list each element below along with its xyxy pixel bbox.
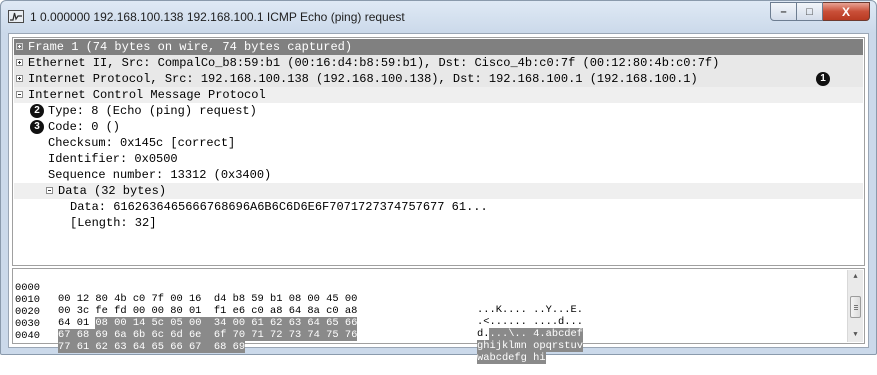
window-title: 1 0.000000 192.168.100.138 192.168.100.1… (30, 10, 405, 24)
tree-row-data-value[interactable]: Data: 6162636465666768696A6B6C6D6E6F7071… (14, 199, 863, 215)
wireshark-app-icon (8, 10, 24, 23)
hex-row: 0030 67 68 69 6a 6b 6c 6d 6e 6f 70 71 72… (15, 308, 584, 352)
hex-ascii: ...K.... ..Y...E. (477, 304, 584, 316)
tree-label-checksum: Checksum: 0x145c [correct] (48, 136, 236, 150)
tree-label-frame: Frame 1 (74 bytes on wire, 74 bytes capt… (28, 40, 353, 54)
tree-label-ethernet: Ethernet II, Src: CompalCo_b8:59:b1 (00:… (28, 56, 720, 70)
tree-label-length: [Length: 32] (70, 216, 157, 230)
tree-label-sequence: Sequence number: 13312 (0x3400) (48, 168, 272, 182)
tree-row-sequence[interactable]: Sequence number: 13312 (0x3400) (14, 167, 863, 183)
tree-label-type: Type: 8 (Echo (ping) request) (48, 104, 257, 118)
callout-marker-3: 3 (30, 120, 44, 134)
collapse-icon[interactable] (46, 187, 53, 194)
tree-row-checksum[interactable]: Checksum: 0x145c [correct] (14, 135, 863, 151)
expand-icon[interactable] (16, 59, 23, 66)
hex-bytes: 77 61 62 63 64 65 66 67 68 69 (58, 341, 246, 353)
hex-scrollbar[interactable]: ▲ ▼ (847, 270, 863, 342)
packet-details-tree[interactable]: Frame 1 (74 bytes on wire, 74 bytes capt… (12, 37, 865, 266)
hex-ascii: d....\.. 4.abcdef (477, 328, 584, 340)
hex-bytes: 64 01 08 00 14 5c 05 00 34 00 61 62 63 6… (58, 317, 358, 329)
caption-buttons: – □ X (770, 2, 870, 21)
hex-bytes: 00 12 80 4b c0 7f 00 16 d4 b8 59 b1 08 0… (58, 293, 358, 305)
title-bar[interactable]: 1 0.000000 192.168.100.138 192.168.100.1… (1, 1, 876, 33)
hex-row: 0000 00 12 80 4b c0 7f 00 16 d4 b8 59 b1… (15, 272, 583, 316)
minimize-icon: – (780, 5, 787, 18)
tree-row-ethernet[interactable]: Ethernet II, Src: CompalCo_b8:59:b1 (00:… (14, 55, 863, 71)
minimize-button[interactable]: – (770, 2, 797, 21)
expand-icon[interactable] (16, 43, 23, 50)
hex-dump-pane[interactable]: 0000 00 12 80 4b c0 7f 00 16 d4 b8 59 b1… (12, 268, 865, 364)
hex-row: 0010 00 3c fe fd 00 00 80 01 f1 e6 c0 a8… (15, 284, 583, 328)
tree-row-code[interactable]: 3 Code: 0 () (14, 119, 863, 135)
tree-row-frame[interactable]: Frame 1 (74 bytes on wire, 74 bytes capt… (14, 39, 863, 55)
client-area: Frame 1 (74 bytes on wire, 74 bytes capt… (8, 33, 869, 364)
hex-row: 0020 64 01 08 00 14 5c 05 00 34 00 61 62… (15, 296, 584, 340)
tree-label-data: Data (32 bytes) (58, 184, 167, 198)
tree-label-data-value: Data: 6162636465666768696A6B6C6D6E6F7071… (70, 200, 488, 214)
tree-row-ip[interactable]: Internet Protocol, Src: 192.168.100.138 … (14, 71, 863, 87)
tree-row-length[interactable]: [Length: 32] (14, 215, 863, 231)
tree-row-type[interactable]: 2 Type: 8 (Echo (ping) request) (14, 103, 863, 119)
hex-bytes: 00 3c fe fd 00 00 80 01 f1 e6 c0 a8 64 8… (58, 305, 358, 317)
expand-icon[interactable] (16, 75, 23, 82)
tree-row-identifier[interactable]: Identifier: 0x0500 (14, 151, 863, 167)
hex-ascii: .<...... ....d... (477, 316, 584, 328)
scroll-thumb[interactable] (850, 296, 861, 318)
tree-label-ip: Internet Protocol, Src: 192.168.100.138 … (28, 72, 698, 86)
maximize-icon: □ (806, 5, 813, 18)
hex-row: 0040 77 61 62 63 64 65 66 67 68 69 wabcd… (15, 320, 546, 364)
maximize-button[interactable]: □ (797, 2, 823, 21)
collapse-icon[interactable] (16, 91, 23, 98)
tree-row-icmp[interactable]: Internet Control Message Protocol (14, 87, 863, 103)
packet-window: 1 0.000000 192.168.100.138 192.168.100.1… (0, 0, 877, 364)
tree-row-data[interactable]: Data (32 bytes) (14, 183, 863, 199)
hex-bytes: 67 68 69 6a 6b 6c 6d 6e 6f 70 71 72 73 7… (58, 329, 358, 341)
hex-ascii: ghijklmn opqrstuv (477, 340, 584, 352)
tree-label-identifier: Identifier: 0x0500 (48, 152, 178, 166)
callout-marker-1: 1 (816, 72, 830, 86)
tree-label-code: Code: 0 () (48, 120, 121, 134)
callout-marker-2: 2 (30, 104, 44, 118)
scroll-down-arrow-icon[interactable]: ▼ (848, 328, 863, 342)
close-button[interactable]: X (823, 2, 870, 21)
hex-offset: 0040 (15, 330, 40, 342)
close-icon: X (841, 4, 850, 19)
tree-label-icmp: Internet Control Message Protocol (28, 88, 266, 102)
scroll-up-arrow-icon[interactable]: ▲ (848, 270, 863, 284)
